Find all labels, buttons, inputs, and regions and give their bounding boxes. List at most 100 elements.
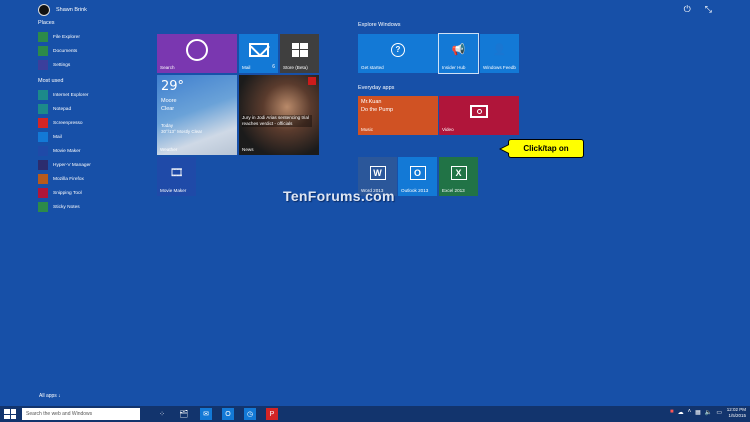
- list-item-label: Notepad: [53, 106, 72, 112]
- list-item[interactable]: Screenpresso: [38, 116, 148, 130]
- power-icon[interactable]: ⏻: [684, 4, 691, 15]
- mail-tile[interactable]: Mail 6: [239, 34, 278, 73]
- list-item[interactable]: Settings: [38, 58, 148, 72]
- taskbar-clock[interactable]: 12:02 PM 1/5/2015: [727, 407, 746, 419]
- store-tile-label: Store (Beta): [283, 65, 308, 70]
- list-item-label: Settings: [53, 62, 71, 68]
- outlook-app-icon[interactable]: O: [222, 408, 234, 420]
- system-tray: ■ ☁ ˄ ▦ 🔈 ▭: [670, 409, 722, 416]
- megaphone-icon: 📢: [451, 44, 466, 56]
- excel-icon: X: [450, 165, 467, 180]
- everyday-apps-heading: Everyday apps: [358, 85, 395, 91]
- user-name: Shawn Brink: [56, 7, 87, 13]
- notepad-icon: [38, 104, 48, 114]
- list-item-label: File Explorer: [53, 34, 80, 40]
- windows-feedback-tile-label: Windows Feedb: [483, 65, 516, 70]
- movie-maker-tile[interactable]: 🎞 Movie Maker: [157, 157, 196, 196]
- question-icon: ?: [391, 42, 405, 57]
- weather-forecast: 30°/13° Mostly Clear: [161, 129, 203, 134]
- search-tile[interactable]: Search: [157, 34, 237, 73]
- list-item[interactable]: Documents: [38, 44, 148, 58]
- places-heading: Places: [38, 20, 55, 26]
- explore-windows-heading: Explore Windows: [358, 22, 401, 28]
- screenpresso-tray-icon[interactable]: ■: [670, 409, 674, 416]
- weather-condition: Clear: [161, 106, 175, 112]
- video-tile[interactable]: Video: [439, 96, 519, 135]
- volume-icon[interactable]: 🔈: [705, 409, 712, 416]
- clock-app-icon[interactable]: ◷: [244, 408, 256, 420]
- feedback-person-icon: 👤: [492, 44, 507, 56]
- expand-icon[interactable]: ⤡: [705, 4, 712, 15]
- list-item[interactable]: Mail: [38, 130, 148, 144]
- excel-tile-label: Excel 2013: [442, 188, 465, 193]
- search-tile-label: Search: [160, 65, 175, 70]
- news-headline: Jury in Jodi Arias sentencing trial reac…: [242, 115, 312, 127]
- list-item-label: Snipping Tool: [53, 190, 82, 196]
- list-item[interactable]: Hyper-V Manager: [38, 158, 148, 172]
- list-item-label: Documents: [53, 48, 78, 54]
- clock-date: 1/5/2015: [728, 413, 746, 418]
- music-artist: Mr.Kuan: [361, 99, 382, 105]
- taskbar-search-box[interactable]: Search the web and Windows: [22, 408, 140, 420]
- notification-icon[interactable]: ▭: [716, 409, 722, 416]
- weather-tile[interactable]: 29° Moore Clear Today 30°/13° Mostly Cle…: [157, 75, 237, 155]
- scissors-icon: [38, 188, 48, 198]
- list-item[interactable]: Notepad: [38, 102, 148, 116]
- screenpresso-icon: [38, 118, 48, 128]
- folder-icon: [38, 32, 48, 42]
- ie-icon: [38, 90, 48, 100]
- news-tile[interactable]: Jury in Jodi Arias sentencing trial reac…: [239, 75, 319, 155]
- mail-app-icon[interactable]: ✉: [200, 408, 212, 420]
- list-item[interactable]: File Explorer: [38, 30, 148, 44]
- cortana-ring-icon: [186, 38, 208, 61]
- get-started-tile[interactable]: ? Get started: [358, 34, 438, 73]
- excel-tile[interactable]: X Excel 2013: [439, 157, 478, 196]
- tenforums-watermark: TenForums.com: [283, 188, 395, 204]
- weather-today: Today: [161, 123, 174, 128]
- click-tap-callout: Click/tap on: [499, 139, 584, 158]
- outlook-icon: O: [409, 165, 426, 180]
- start-left-column: Places File Explorer Documents Settings Mo…: [38, 20, 148, 214]
- taskbar: Search the web and Windows ⁘ 🗂 ✉ O ◷ P ■…: [0, 406, 750, 422]
- news-badge: [308, 77, 316, 85]
- task-view-icon[interactable]: ⁘: [156, 408, 168, 420]
- music-song: Do the Pump: [361, 107, 394, 113]
- video-icon: [470, 105, 488, 118]
- list-item[interactable]: Internet Explorer: [38, 88, 148, 102]
- list-item-label: Hyper-V Manager: [53, 162, 91, 168]
- sticky-notes-icon: [38, 202, 48, 212]
- mail-count-badge: 6: [272, 64, 275, 70]
- all-apps-button[interactable]: All apps ↓: [39, 393, 61, 399]
- list-item-label: Screenpresso: [53, 120, 83, 126]
- music-tile[interactable]: Mr.Kuan Do the Pump Music: [358, 96, 438, 135]
- insider-hub-tile[interactable]: 📢 Insider Hub: [438, 33, 479, 74]
- news-tile-label: News: [242, 147, 254, 152]
- avatar: [38, 4, 50, 16]
- music-tile-label: Music: [361, 127, 373, 132]
- list-item[interactable]: Mozilla Firefox: [38, 172, 148, 186]
- hyperv-icon: [38, 160, 48, 170]
- film-icon: 🎞: [169, 167, 184, 179]
- weather-tile-label: Weather: [160, 147, 178, 152]
- insider-hub-tile-label: Insider Hub: [442, 65, 466, 70]
- store-tile[interactable]: Store (Beta): [280, 34, 319, 73]
- windows-feedback-tile[interactable]: 👤 Windows Feedb: [480, 34, 519, 73]
- list-item-label: Internet Explorer: [53, 92, 89, 98]
- document-icon: [38, 46, 48, 56]
- list-item[interactable]: Movie Maker: [38, 144, 148, 158]
- chevron-up-icon[interactable]: ˄: [688, 409, 692, 416]
- file-explorer-icon[interactable]: 🗂: [178, 408, 190, 420]
- start-button[interactable]: [4, 409, 16, 419]
- screenpresso-app-icon[interactable]: P: [266, 408, 278, 420]
- list-item[interactable]: Sticky Notes: [38, 200, 148, 214]
- mail-tile-label: Mail: [242, 65, 251, 70]
- user-account[interactable]: Shawn Brink: [38, 4, 87, 16]
- list-item[interactable]: Snipping Tool: [38, 186, 148, 200]
- outlook-tile[interactable]: O Outlook 2013: [398, 157, 437, 196]
- movie-maker-icon: [38, 146, 48, 156]
- store-bag-icon: [291, 42, 308, 57]
- tray-app-icon[interactable]: ☁: [678, 409, 684, 416]
- network-icon[interactable]: ▦: [695, 409, 701, 416]
- weather-temperature: 29°: [161, 79, 185, 94]
- word-icon: W: [369, 165, 386, 180]
